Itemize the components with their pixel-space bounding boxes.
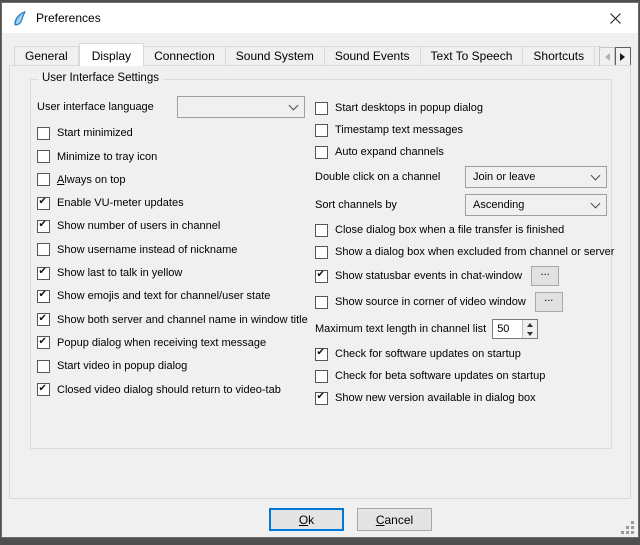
row-popup-text-message: Popup dialog when receiving text message bbox=[37, 335, 305, 351]
chevron-down-icon bbox=[591, 170, 601, 180]
checkbox-window-title[interactable] bbox=[37, 313, 50, 326]
left-column: User interface language Start minimized … bbox=[37, 96, 305, 398]
language-row: User interface language bbox=[37, 96, 305, 118]
tab-text-to-speech[interactable]: Text To Speech bbox=[421, 46, 524, 66]
max-text-length-spinbox[interactable]: 50 bbox=[492, 319, 538, 339]
sort-channels-combobox[interactable]: Ascending bbox=[465, 194, 607, 216]
row-window-title: Show both server and channel name in win… bbox=[37, 312, 305, 328]
checkbox-auto-expand[interactable] bbox=[315, 146, 328, 159]
tab-scroll-left-button[interactable] bbox=[599, 47, 615, 66]
row-close-on-transfer: Close dialog box when a file transfer is… bbox=[315, 222, 607, 238]
checkbox-check-updates[interactable] bbox=[315, 348, 328, 361]
row-max-text-length: Maximum text length in channel list 50 bbox=[315, 318, 607, 340]
row-always-on-top: Always on top bbox=[37, 172, 305, 188]
group-user-interface-settings: User Interface Settings User interface l… bbox=[30, 79, 612, 449]
checkbox-video-source-corner[interactable] bbox=[315, 296, 328, 309]
row-show-user-count: Show number of users in channel bbox=[37, 218, 305, 234]
language-label: User interface language bbox=[37, 101, 154, 113]
tab-connection[interactable]: Connection bbox=[144, 46, 226, 66]
preferences-window: Preferences General Display Connection S… bbox=[1, 2, 639, 538]
row-vu-meter: Enable VU-meter updates bbox=[37, 195, 305, 211]
checkbox-desktops-popup[interactable] bbox=[315, 102, 328, 115]
checkbox-timestamp[interactable] bbox=[315, 124, 328, 137]
tab-sound-events[interactable]: Sound Events bbox=[325, 46, 421, 66]
row-sort-channels: Sort channels by Ascending bbox=[315, 194, 607, 216]
checkbox-last-to-talk[interactable] bbox=[37, 267, 50, 280]
row-video-source-corner: Show source in corner of video window ..… bbox=[315, 292, 607, 312]
row-double-click: Double click on a channel Join or leave bbox=[315, 166, 607, 188]
checkbox-video-popup[interactable] bbox=[37, 360, 50, 373]
spin-up-button[interactable] bbox=[523, 320, 537, 329]
language-combobox[interactable] bbox=[177, 96, 305, 118]
row-desktops-popup: Start desktops in popup dialog bbox=[315, 100, 607, 116]
resize-grip[interactable] bbox=[621, 521, 634, 534]
arrow-down-icon bbox=[527, 332, 533, 339]
video-source-more-button[interactable]: ... bbox=[535, 292, 563, 312]
display-tab-page: User Interface Settings User interface l… bbox=[9, 65, 631, 499]
double-click-label: Double click on a channel bbox=[315, 171, 440, 183]
row-excluded-dialog: Show a dialog box when excluded from cha… bbox=[315, 244, 607, 260]
checkbox-minimize-to-tray[interactable] bbox=[37, 150, 50, 163]
checkbox-show-username[interactable] bbox=[37, 243, 50, 256]
max-text-length-label: Maximum text length in channel list bbox=[315, 323, 486, 335]
right-column: Start desktops in popup dialog Timestamp… bbox=[315, 100, 607, 406]
checkbox-always-on-top[interactable] bbox=[37, 173, 50, 186]
close-icon bbox=[610, 13, 621, 24]
checkbox-statusbar-events[interactable] bbox=[315, 270, 328, 283]
tab-scroll-buttons bbox=[599, 47, 631, 66]
row-timestamp: Timestamp text messages bbox=[315, 122, 607, 138]
checkbox-new-version-dialog[interactable] bbox=[315, 392, 328, 405]
cancel-button[interactable]: Cancel bbox=[357, 508, 432, 531]
tab-sound-system[interactable]: Sound System bbox=[226, 46, 325, 66]
ok-button[interactable]: Ok bbox=[269, 508, 344, 531]
row-start-minimized: Start minimized bbox=[37, 125, 305, 141]
checkbox-closed-video-return[interactable] bbox=[37, 383, 50, 396]
row-new-version-dialog: Show new version available in dialog box bbox=[315, 390, 607, 406]
tab-shortcuts[interactable]: Shortcuts bbox=[523, 46, 595, 66]
row-closed-video-return: Closed video dialog should return to vid… bbox=[37, 382, 305, 398]
chevron-down-icon bbox=[591, 198, 601, 208]
checkbox-check-beta-updates[interactable] bbox=[315, 370, 328, 383]
tab-bar: General Display Connection Sound System … bbox=[9, 42, 631, 66]
arrow-left-icon bbox=[601, 53, 610, 61]
row-check-beta-updates: Check for beta software updates on start… bbox=[315, 368, 607, 384]
row-last-to-talk: Show last to talk in yellow bbox=[37, 265, 305, 281]
teamtalk-logo-icon bbox=[11, 10, 28, 27]
row-emojis: Show emojis and text for channel/user st… bbox=[37, 288, 305, 304]
row-check-updates: Check for software updates on startup bbox=[315, 346, 607, 362]
group-title: User Interface Settings bbox=[38, 72, 163, 84]
tab-display[interactable]: Display bbox=[79, 43, 144, 66]
arrow-right-icon bbox=[620, 53, 629, 61]
tab-general[interactable]: General bbox=[14, 46, 79, 66]
dialog-buttons: Ok Cancel bbox=[269, 508, 432, 531]
checkbox-excluded-dialog[interactable] bbox=[315, 246, 328, 259]
statusbar-events-more-button[interactable]: ... bbox=[531, 266, 559, 286]
row-video-popup: Start video in popup dialog bbox=[37, 358, 305, 374]
row-statusbar-events: Show statusbar events in chat-window ... bbox=[315, 266, 607, 286]
sort-channels-label: Sort channels by bbox=[315, 199, 397, 211]
chevron-down-icon bbox=[289, 100, 299, 110]
checkbox-popup-text-message[interactable] bbox=[37, 336, 50, 349]
titlebar: Preferences bbox=[2, 3, 638, 33]
row-minimize-to-tray: Minimize to tray icon bbox=[37, 149, 305, 165]
close-button[interactable] bbox=[593, 3, 638, 33]
tab-strip: General Display Connection Sound System … bbox=[9, 43, 601, 66]
window-title: Preferences bbox=[36, 11, 101, 25]
arrow-up-icon bbox=[527, 320, 533, 327]
checkbox-show-user-count[interactable] bbox=[37, 220, 50, 233]
spin-down-button[interactable] bbox=[523, 329, 537, 338]
checkbox-start-minimized[interactable] bbox=[37, 127, 50, 140]
grip-dots-icon bbox=[631, 531, 634, 534]
checkbox-close-on-transfer[interactable] bbox=[315, 224, 328, 237]
checkbox-vu-meter[interactable] bbox=[37, 197, 50, 210]
checkbox-emojis[interactable] bbox=[37, 290, 50, 303]
row-auto-expand: Auto expand channels bbox=[315, 144, 607, 160]
double-click-combobox[interactable]: Join or leave bbox=[465, 166, 607, 188]
tab-scroll-right-button[interactable] bbox=[615, 47, 631, 66]
row-show-username: Show username instead of nickname bbox=[37, 242, 305, 258]
